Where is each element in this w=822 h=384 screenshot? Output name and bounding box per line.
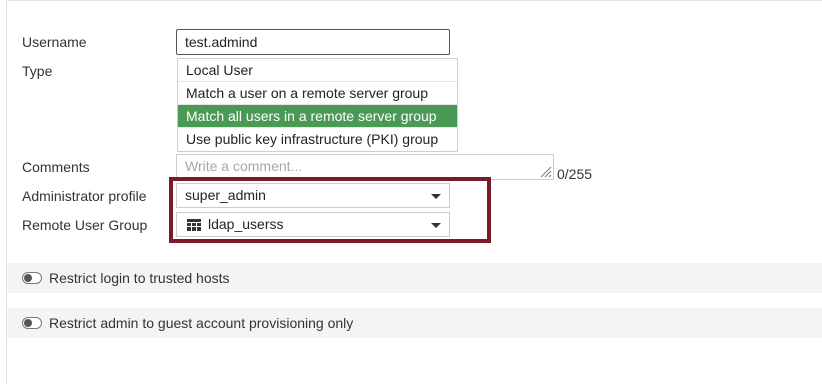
resize-handle-icon[interactable]	[538, 164, 552, 178]
type-option-match-all-remote-users[interactable]: Match all users in a remote server group	[178, 105, 457, 128]
chevron-down-icon	[431, 194, 441, 199]
type-option-list: Local User Match a user on a remote serv…	[177, 58, 458, 152]
comment-char-counter: 0/255	[557, 166, 593, 182]
username-label: Username	[22, 34, 87, 50]
remote-user-group-value: ldap_userss	[208, 216, 284, 232]
admin-profile-select[interactable]: super_admin	[176, 183, 450, 208]
comments-label: Comments	[22, 159, 90, 175]
toggle-row-trusted-hosts[interactable]: Restrict login to trusted hosts	[7, 263, 822, 293]
trusted-hosts-label: Restrict login to trusted hosts	[49, 270, 230, 286]
type-option-pki-group[interactable]: Use public key infrastructure (PKI) grou…	[178, 128, 457, 151]
username-input[interactable]	[176, 29, 450, 55]
admin-profile-label: Administrator profile	[22, 188, 147, 204]
remote-user-group-label: Remote User Group	[22, 217, 148, 233]
comments-textarea[interactable]	[176, 154, 554, 180]
toggle-row-guest-provisioning[interactable]: Restrict admin to guest account provisio…	[7, 308, 822, 338]
toggle-switch-icon[interactable]	[22, 317, 42, 329]
toggle-knob	[24, 274, 32, 282]
chevron-down-icon	[431, 223, 441, 228]
remote-user-group-select[interactable]: ldap_userss	[176, 212, 450, 237]
type-option-local-user[interactable]: Local User	[178, 59, 457, 82]
toggle-knob	[24, 319, 32, 327]
toggle-switch-icon[interactable]	[22, 272, 42, 284]
type-label: Type	[22, 63, 53, 79]
type-option-match-remote-user[interactable]: Match a user on a remote server group	[178, 82, 457, 105]
guest-provisioning-label: Restrict admin to guest account provisio…	[49, 315, 354, 331]
admin-profile-value: super_admin	[185, 187, 266, 203]
group-grid-icon	[187, 219, 201, 231]
